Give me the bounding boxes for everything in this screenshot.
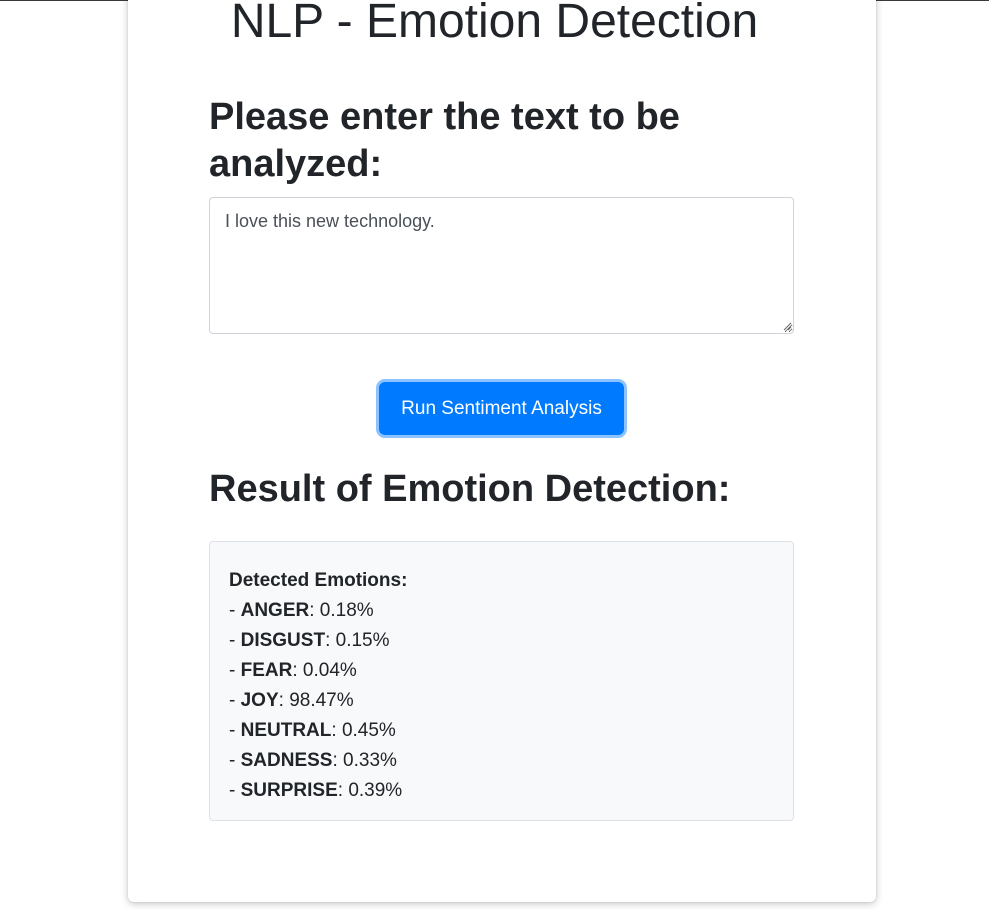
emotion-row-sadness: - SADNESS: 0.33% bbox=[229, 750, 397, 771]
input-prompt-heading: Please enter the text to be analyzed: bbox=[209, 96, 680, 185]
emotion-value: 0.45% bbox=[341, 720, 396, 741]
text-input-area[interactable] bbox=[209, 197, 794, 334]
emotion-value: 0.15% bbox=[335, 630, 390, 651]
run-sentiment-analysis-button[interactable]: Run Sentiment Analysis bbox=[379, 382, 624, 435]
emotion-row-fear: - FEAR: 0.04% bbox=[229, 660, 357, 681]
emotion-name: NEUTRAL bbox=[240, 720, 332, 741]
emotion-value: 98.47% bbox=[289, 690, 354, 711]
result-heading: Result of Emotion Detection: bbox=[209, 468, 731, 510]
emotion-value: 0.39% bbox=[348, 780, 403, 801]
emotion-name: SURPRISE bbox=[240, 780, 338, 801]
emotion-name: ANGER bbox=[240, 600, 310, 621]
emotion-row-joy: - JOY: 98.47% bbox=[229, 690, 354, 711]
emotion-row-surprise: - SURPRISE: 0.39% bbox=[229, 780, 403, 801]
emotion-row-neutral: - NEUTRAL: 0.45% bbox=[229, 720, 396, 741]
emotion-name: JOY bbox=[240, 690, 279, 711]
result-box: Detected Emotions: - ANGER: 0.18% - DISG… bbox=[209, 541, 794, 821]
emotion-name: DISGUST bbox=[240, 630, 326, 651]
detected-emotions-label: Detected Emotions: bbox=[229, 570, 408, 591]
emotion-name: SADNESS bbox=[240, 750, 333, 771]
page-title: NLP - Emotion Detection bbox=[230, 0, 759, 48]
emotion-value: 0.04% bbox=[302, 660, 357, 681]
emotion-value: 0.33% bbox=[343, 750, 397, 771]
emotion-row-anger: - ANGER: 0.18% bbox=[229, 600, 374, 621]
emotion-row-disgust: - DISGUST: 0.15% bbox=[229, 630, 390, 651]
emotion-value: 0.18% bbox=[319, 600, 374, 621]
emotion-name: FEAR bbox=[240, 660, 293, 681]
